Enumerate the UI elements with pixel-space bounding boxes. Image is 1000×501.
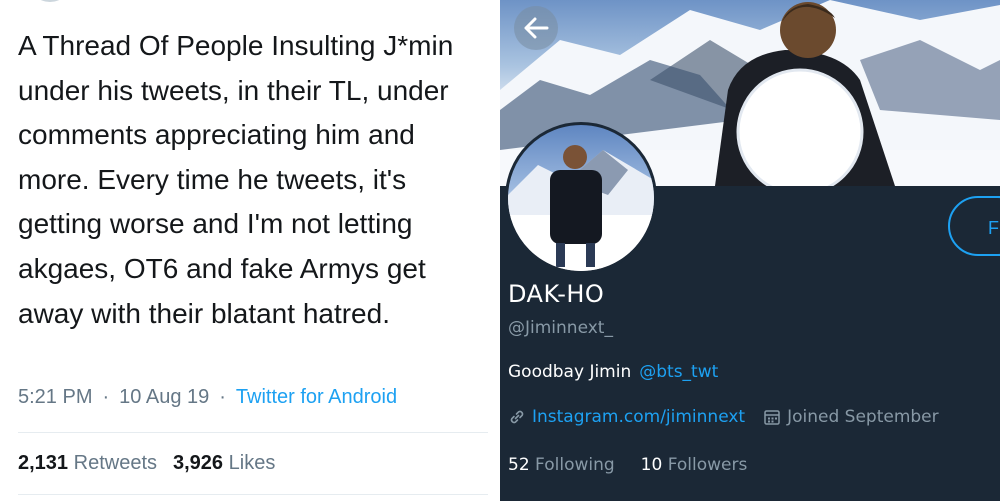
back-button[interactable] [514,6,558,50]
retweets-stat[interactable]: 2,131 Retweets [18,452,157,474]
profile-avatar[interactable] [505,122,657,274]
tweet-panel: A Thread Of People Insulting J*min under… [0,0,500,501]
likes-stat[interactable]: 3,926 Likes [173,452,275,474]
following-label: Following [535,455,615,475]
separator-dot: · [102,386,110,408]
tweet-date: 10 Aug 19 [119,386,210,408]
retweets-label: Retweets [73,452,157,474]
likes-count: 3,926 [173,452,224,474]
separator-dot: · [219,386,226,408]
profile-website-link[interactable]: Instagram.com/jiminnext [532,407,745,427]
back-arrow-icon [524,17,549,39]
profile-joined-date: Joined September [787,407,939,427]
profile-panel: F DAK-HO @Jiminnext_ Goodbay Jimin @bts_t… [500,0,1000,501]
profile-info-row: Instagram.com/jiminnext Joined September [508,407,939,427]
divider [18,494,488,495]
followers-stat[interactable]: 10 Followers [641,455,748,475]
profile-bio: Goodbay Jimin @bts_twt [508,362,718,382]
following-stat[interactable]: 52 Following [508,455,615,475]
likes-label: Likes [228,452,276,474]
avatar-photo [508,145,654,271]
profile-handle: @Jiminnext_ [508,318,613,338]
tweet-meta: 5:21 PM · 10 Aug 19 · Twitter for Android [18,386,397,409]
profile-name: DAK-HO [508,280,605,308]
avatar[interactable] [28,0,72,2]
calendar-icon [764,410,780,425]
follow-button[interactable]: F [948,196,1000,256]
divider [18,432,488,433]
retweets-count: 2,131 [18,452,69,474]
screenshot-collage: A Thread Of People Insulting J*min under… [0,0,1000,501]
tweet-source-link[interactable]: Twitter for Android [236,386,397,408]
followers-label: Followers [667,455,748,475]
tweet-stats: 2,131 Retweets 3,926 Likes [18,452,275,475]
follow-counts: 52 Following 10 Followers [508,455,747,475]
following-count: 52 [508,455,530,475]
link-icon [510,410,524,424]
tweet-time: 5:21 PM [18,386,93,408]
bio-text: Goodbay Jimin [508,362,632,382]
followers-count: 10 [640,455,663,475]
bio-mention-link[interactable]: @bts_twt [639,362,718,382]
tweet-text: A Thread Of People Insulting J*min under… [18,30,454,329]
